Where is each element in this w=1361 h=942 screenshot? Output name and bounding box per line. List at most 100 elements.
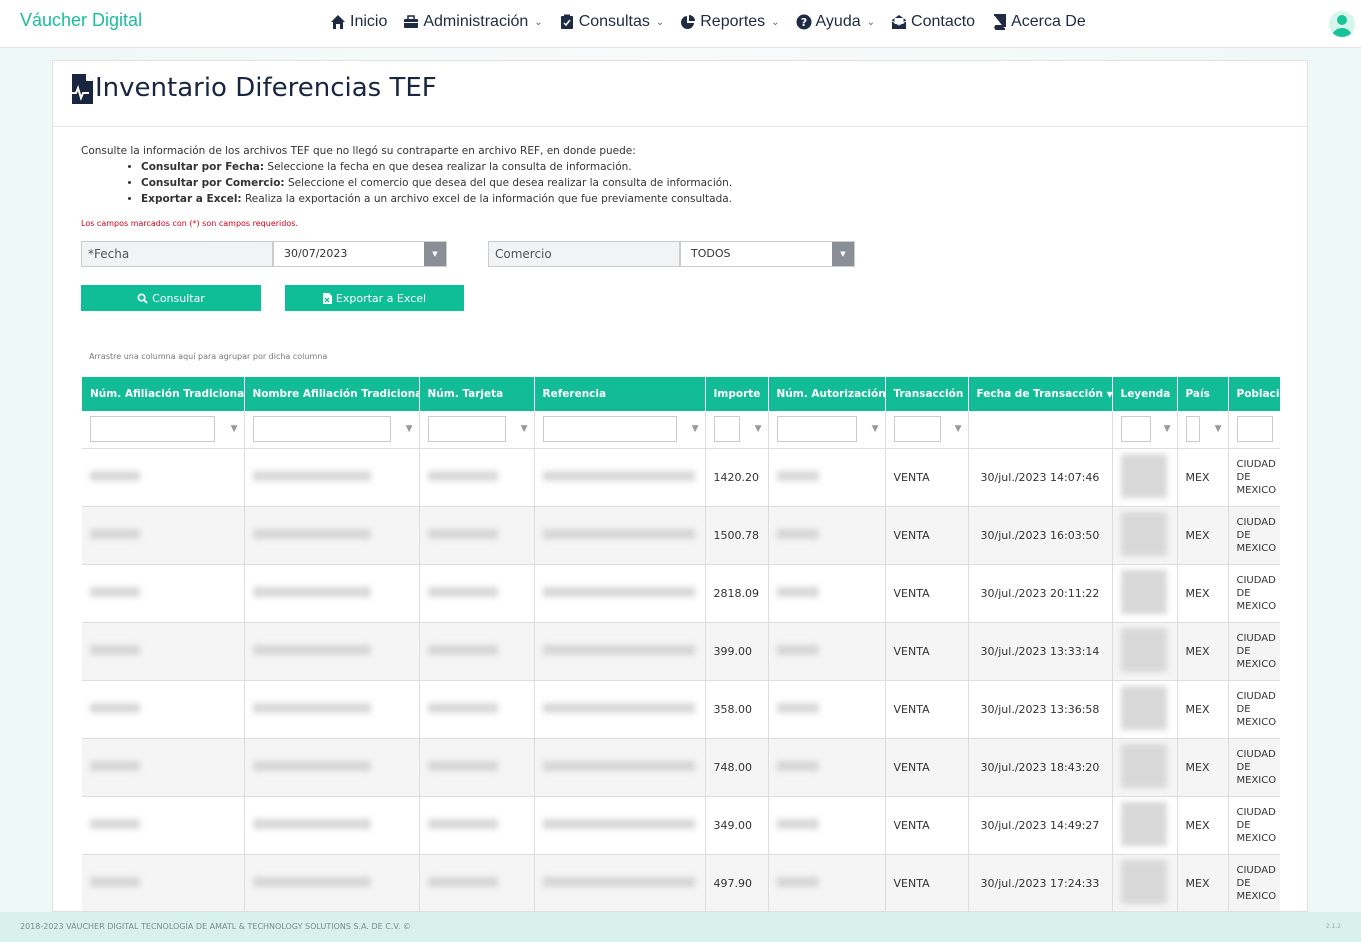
filter-input[interactable] (542, 416, 677, 443)
nav-reportes[interactable]: Reportes ⌄ (680, 13, 780, 31)
filter-input[interactable] (893, 416, 941, 443)
cell-value: MEX (1185, 760, 1210, 774)
filter-input[interactable] (713, 416, 740, 443)
table-cell: 1500.78 (705, 506, 769, 565)
table-cell (244, 448, 420, 507)
table-cell (534, 448, 706, 507)
table-cell (768, 738, 886, 797)
table-cell: CIUDAD DE MEXICO (1228, 564, 1280, 623)
table-row[interactable]: 1500.78 VENTA 30/jul./2023 16:03:50 MEX CIUD… (82, 506, 1280, 565)
cell-value: 30/jul./2023 17:24:33 (980, 876, 1100, 890)
nav-administracion[interactable]: Administración ⌄ (403, 13, 543, 31)
cell-value: VENTA (893, 528, 930, 542)
filter-icon[interactable]: ▼ (1164, 424, 1171, 434)
table-cell: 30/jul./2023 17:24:33 (968, 854, 1113, 911)
column-header[interactable]: Nombre Afiliación Tradicional (244, 377, 420, 411)
filter-icon[interactable]: ▼ (521, 424, 528, 434)
nav-inicio[interactable]: Inicio (330, 13, 387, 31)
filter-icon[interactable]: ▼ (955, 424, 962, 434)
column-header[interactable]: Núm. Autorización (768, 377, 886, 411)
table-cell: 349.00 (705, 796, 769, 855)
redacted-value (90, 760, 140, 771)
column-header[interactable]: Población (1228, 377, 1280, 411)
user-avatar[interactable] (1329, 11, 1355, 37)
table-cell (768, 622, 886, 681)
table-cell (1112, 506, 1178, 565)
filter-cell: ▼ (768, 411, 886, 449)
filter-input[interactable] (1120, 416, 1151, 443)
dropdown-caret-icon[interactable]: ▼ (424, 242, 446, 266)
filter-icon[interactable]: ▼ (1107, 390, 1111, 399)
table-cell (419, 506, 535, 565)
filter-input[interactable] (90, 416, 215, 443)
cell-value: CIUDAD DE MEXICO (1236, 690, 1277, 728)
table-cell (768, 564, 886, 623)
filter-icon[interactable]: ▼ (406, 424, 413, 434)
column-header[interactable]: Núm. Afiliación Tradicional (82, 377, 245, 411)
nav-ayuda[interactable]: ? Ayuda ⌄ (796, 13, 875, 31)
dropdown-caret-icon[interactable]: ▼ (832, 242, 854, 266)
consultar-button[interactable]: Consultar (81, 285, 261, 311)
table-cell: CIUDAD DE MEXICO (1228, 448, 1280, 507)
table-cell (1112, 796, 1178, 855)
redacted-value (90, 702, 140, 713)
table-cell: CIUDAD DE MEXICO (1228, 796, 1280, 855)
table-cell (419, 796, 535, 855)
pie-chart-icon (681, 15, 696, 29)
redacted-value (252, 644, 371, 655)
redacted-value (90, 586, 140, 597)
filter-icon[interactable]: ▼ (1215, 424, 1222, 434)
fecha-select[interactable]: 30/07/2023 ▼ (273, 241, 447, 267)
fecha-value: 30/07/2023 (284, 247, 348, 260)
table-row[interactable]: 399.00 VENTA 30/jul./2023 13:33:14 MEX CIUDA… (82, 622, 1280, 681)
nav-contacto[interactable]: Contacto (891, 13, 975, 31)
nav-acerca-de[interactable]: Acerca De (991, 13, 1086, 31)
cell-value: 30/jul./2023 18:43:20 (980, 760, 1100, 774)
top-navbar: Váucher Digital Inicio Administración ⌄ … (0, 0, 1361, 48)
column-header[interactable]: Importe (705, 377, 769, 411)
redacted-value (776, 818, 819, 829)
redacted-value (1120, 743, 1167, 788)
table-row[interactable]: 349.00 VENTA 30/jul./2023 14:49:27 MEX CIUDA… (82, 796, 1280, 855)
brand-logo[interactable]: Váucher Digital (20, 10, 142, 31)
filter-icon[interactable]: ▼ (755, 424, 762, 434)
column-header[interactable]: Núm. Tarjeta (419, 377, 535, 411)
group-by-hint: Arrastre una columna aquí para agrupar p… (89, 352, 328, 361)
table-cell (82, 448, 245, 507)
filter-input[interactable] (776, 416, 857, 443)
table-cell: CIUDAD DE MEXICO (1228, 622, 1280, 681)
redacted-value (427, 586, 498, 597)
column-header[interactable]: País (1177, 377, 1229, 411)
filter-input[interactable] (252, 416, 391, 443)
filter-icon[interactable]: ▼ (692, 424, 699, 434)
table-row[interactable]: 1420.20 VENTA 30/jul./2023 14:07:46 MEX CIUD… (82, 448, 1280, 507)
table-cell: MEX (1177, 622, 1229, 681)
briefcase-icon (404, 15, 419, 28)
redacted-value (776, 760, 819, 771)
table-cell: VENTA (885, 738, 969, 797)
bullet-text: Seleccione el comercio que desea del que… (284, 177, 733, 189)
table-row[interactable]: 748.00 VENTA 30/jul./2023 18:43:20 MEX CIUDA… (82, 738, 1280, 797)
comercio-select[interactable]: TODOS ▼ (680, 241, 855, 267)
cell-value: 30/jul./2023 20:11:22 (980, 586, 1100, 600)
column-header[interactable]: Referencia (534, 377, 706, 411)
filter-icon[interactable]: ▼ (872, 424, 879, 434)
exportar-excel-button[interactable]: Exportar a Excel (285, 285, 464, 311)
filter-input[interactable] (427, 416, 506, 443)
filter-input[interactable] (1185, 416, 1200, 443)
file-excel-icon (322, 292, 332, 304)
cell-value: MEX (1185, 818, 1210, 832)
nav-consultas[interactable]: Consultas ⌄ (559, 13, 664, 31)
search-icon (137, 293, 148, 304)
column-header[interactable]: Transacción (885, 377, 969, 411)
column-header-fecha[interactable]: Fecha de Transacción ▼ (968, 377, 1113, 411)
filter-icon[interactable]: ▼ (231, 424, 238, 434)
column-header[interactable]: Leyenda (1112, 377, 1178, 411)
table-row[interactable]: 497.90 VENTA 30/jul./2023 17:24:33 MEX CIUDA… (82, 854, 1280, 911)
table-row[interactable]: 2818.09 VENTA 30/jul./2023 20:11:22 MEX CIUD… (82, 564, 1280, 623)
table-row[interactable]: 358.00 VENTA 30/jul./2023 13:36:58 MEX CIUDA… (82, 680, 1280, 739)
table-cell: VENTA (885, 680, 969, 739)
filter-input[interactable] (1236, 416, 1273, 443)
cell-value: 1420.20 (713, 470, 760, 484)
nav-label: Administración (423, 13, 529, 30)
